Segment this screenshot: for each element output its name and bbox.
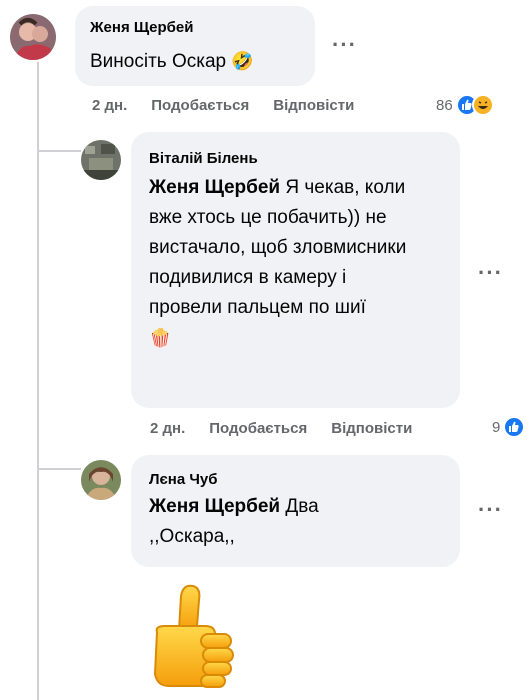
more-options-button[interactable]: ··· — [332, 34, 357, 56]
avatar[interactable] — [81, 140, 121, 180]
like-link[interactable]: Подобається — [151, 97, 249, 114]
comment-time[interactable]: 2 дн. — [92, 97, 127, 114]
comment-author[interactable]: Женя Щербей — [90, 19, 194, 36]
like-link[interactable]: Подобається — [209, 420, 307, 437]
comment-bubble: Женя Щербей Виносіть Оскар 🤣 — [75, 6, 315, 86]
thumbs-up-sticker[interactable] — [145, 582, 241, 692]
comment-author[interactable]: Віталій Білень — [149, 150, 258, 167]
comment-meta: 2 дн. Подобається Відповісти — [92, 97, 354, 114]
rofl-emoji: 🤣 — [231, 51, 254, 71]
reply-bubble: Віталій Білень Женя Щербей Я чекав, коли… — [131, 132, 460, 408]
popcorn-emoji: 🍿 — [149, 328, 172, 348]
comment-meta: 2 дн. Подобається Відповісти — [150, 420, 412, 437]
comment-time[interactable]: 2 дн. — [150, 420, 185, 437]
thread-connector-2 — [37, 468, 81, 470]
comment-author[interactable]: Лєна Чуб — [149, 471, 218, 488]
reaction-count: 9 — [492, 418, 501, 436]
comment-text: Женя Щербей Я чекав, коли вже хтось це п… — [149, 173, 419, 351]
thread-line-main — [37, 62, 39, 700]
more-options-button[interactable]: ··· — [478, 262, 503, 284]
avatar[interactable] — [81, 460, 121, 500]
mention-link[interactable]: Женя Щербей — [149, 496, 280, 517]
like-icon — [503, 416, 526, 438]
mention-link[interactable]: Женя Щербей — [149, 177, 280, 198]
thumbs-up-icon — [153, 584, 234, 688]
thread-connector-1 — [37, 150, 81, 152]
comment-text: Женя Щербей Два ,,Оскара,, — [149, 492, 379, 552]
more-options-button[interactable]: ··· — [478, 499, 503, 521]
haha-icon — [471, 94, 494, 116]
comment-text: Виносіть Оскар 🤣 — [90, 46, 254, 77]
comment-text-content: Виносіть Оскар — [90, 51, 227, 72]
reaction-summary[interactable]: 86 — [436, 94, 494, 116]
reply-bubble: Лєна Чуб Женя Щербей Два ,,Оскара,, — [131, 455, 460, 567]
comment-text-content: Я чекав, коли вже хтось це побачить)) не… — [149, 177, 407, 318]
reply-link[interactable]: Відповісти — [331, 420, 412, 437]
avatar[interactable] — [10, 14, 56, 60]
reply-link[interactable]: Відповісти — [273, 97, 354, 114]
reaction-summary[interactable]: 9 — [492, 416, 526, 438]
reaction-count: 86 — [436, 96, 453, 114]
